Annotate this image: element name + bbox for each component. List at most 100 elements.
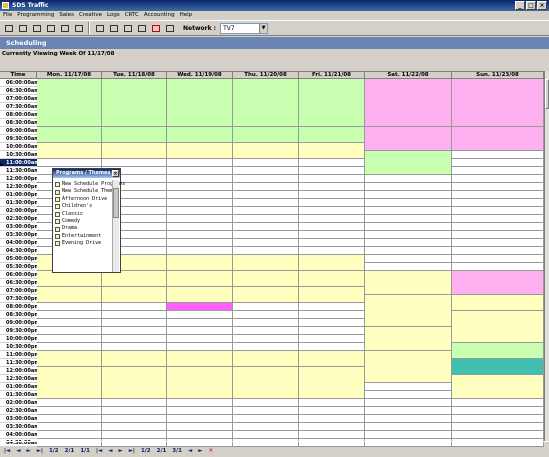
schedule-block[interactable] [299, 399, 365, 407]
schedule-block[interactable] [167, 335, 233, 343]
time-slot[interactable]: 07:00:00pm [0, 287, 37, 295]
schedule-block[interactable] [299, 239, 365, 247]
time-slot[interactable]: 07:30:00am [0, 103, 37, 111]
nav-button[interactable]: |◄ [2, 445, 12, 455]
schedule-block[interactable] [452, 239, 544, 247]
schedule-block[interactable] [167, 271, 233, 287]
schedule-block[interactable] [452, 295, 544, 311]
schedule-block[interactable] [37, 319, 102, 327]
schedule-block[interactable] [102, 159, 167, 167]
schedule-block[interactable] [102, 431, 167, 439]
menu-item-file[interactable]: File [3, 11, 12, 20]
schedule-block[interactable] [37, 399, 102, 407]
schedule-block[interactable] [299, 167, 365, 175]
schedule-block[interactable] [452, 431, 544, 439]
schedule-block[interactable] [365, 207, 452, 215]
schedule-block[interactable] [299, 303, 365, 311]
schedule-block[interactable] [102, 407, 167, 415]
schedule-block[interactable] [365, 247, 452, 255]
schedule-block[interactable] [365, 423, 452, 431]
nav-button[interactable]: ►| [127, 445, 137, 455]
schedule-block[interactable] [365, 263, 452, 271]
schedule-block[interactable] [102, 287, 167, 303]
schedule-block[interactable] [299, 287, 365, 303]
schedule-block[interactable] [167, 399, 233, 407]
schedule-block[interactable] [365, 271, 452, 295]
schedule-block[interactable] [365, 391, 452, 399]
open-icon[interactable] [2, 22, 15, 34]
schedule-block[interactable] [365, 175, 452, 183]
time-slot[interactable]: 12:00:00am [0, 367, 37, 375]
schedule-block[interactable] [102, 343, 167, 351]
schedule-block[interactable] [299, 191, 365, 199]
schedule-block[interactable] [299, 367, 365, 399]
schedule-block[interactable] [102, 367, 167, 399]
time-slot[interactable]: 10:30:00am [0, 151, 37, 159]
schedule-block[interactable] [299, 423, 365, 431]
schedule-block[interactable] [233, 319, 299, 327]
time-slot[interactable]: 09:30:00am [0, 135, 37, 143]
time-slot[interactable]: 03:30:00pm [0, 231, 37, 239]
schedule-block[interactable] [233, 223, 299, 231]
schedule-block[interactable] [452, 159, 544, 167]
schedule-block[interactable] [233, 351, 299, 367]
time-slot[interactable]: 12:30:00pm [0, 183, 37, 191]
schedule-block[interactable] [102, 319, 167, 327]
schedule-block[interactable] [299, 127, 365, 143]
schedule-block[interactable] [167, 207, 233, 215]
schedule-block[interactable] [365, 183, 452, 191]
schedule-block[interactable] [167, 287, 233, 303]
schedule-block[interactable] [37, 335, 102, 343]
time-slot[interactable]: 11:00:00am ▶ [0, 159, 37, 167]
time-slot[interactable]: 09:30:00pm [0, 327, 37, 335]
schedule-block[interactable] [365, 191, 452, 199]
time-slot[interactable]: 08:30:00pm [0, 311, 37, 319]
schedule-block[interactable] [37, 287, 102, 303]
menu-item-accounting[interactable]: Accounting [144, 11, 175, 20]
time-slot[interactable]: 08:00:00pm [0, 303, 37, 311]
schedule-block[interactable] [167, 215, 233, 223]
schedule-block[interactable] [452, 231, 544, 239]
nav-button[interactable]: ►| [35, 445, 45, 455]
schedule-block[interactable] [233, 271, 299, 287]
theme-item[interactable]: Children's [55, 203, 112, 210]
time-slot[interactable]: 08:00:00am [0, 111, 37, 119]
edit-icon[interactable] [93, 22, 106, 34]
nav-button[interactable]: 1/1 [78, 445, 92, 455]
schedule-block[interactable] [233, 327, 299, 335]
time-slot[interactable]: 07:30:00pm [0, 295, 37, 303]
time-slot[interactable]: 11:30:00am [0, 167, 37, 175]
schedule-block[interactable] [233, 431, 299, 439]
schedule-block[interactable] [37, 327, 102, 335]
nav-button[interactable]: 2/1 [155, 445, 169, 455]
schedule-block[interactable] [233, 231, 299, 239]
time-slot[interactable]: 10:30:00pm [0, 343, 37, 351]
schedule-block[interactable] [452, 359, 544, 375]
time-slot[interactable]: 01:30:00am [0, 391, 37, 399]
theme-item[interactable]: Classic [55, 211, 112, 218]
schedule-block[interactable] [37, 303, 102, 311]
schedule-block[interactable] [233, 239, 299, 247]
schedule-block[interactable] [452, 247, 544, 255]
schedule-block[interactable] [299, 311, 365, 319]
schedule-block[interactable] [167, 183, 233, 191]
schedule-block[interactable] [452, 223, 544, 231]
schedule-block[interactable] [452, 191, 544, 199]
schedule-block[interactable] [365, 79, 452, 127]
report-icon[interactable] [121, 22, 134, 34]
schedule-block[interactable] [452, 127, 544, 151]
schedule-block[interactable] [167, 159, 233, 167]
schedule-block[interactable] [452, 199, 544, 207]
schedule-block[interactable] [452, 215, 544, 223]
schedule-block[interactable] [365, 431, 452, 439]
schedule-block[interactable] [299, 175, 365, 183]
schedule-block[interactable] [299, 207, 365, 215]
schedule-block[interactable] [233, 335, 299, 343]
help-icon[interactable] [163, 22, 176, 34]
schedule-block[interactable] [37, 127, 102, 143]
schedule-block[interactable] [233, 191, 299, 199]
schedule-block[interactable] [167, 247, 233, 255]
schedule-block[interactable] [365, 407, 452, 415]
schedule-block[interactable] [37, 423, 102, 431]
time-slot[interactable]: 01:00:00pm [0, 191, 37, 199]
